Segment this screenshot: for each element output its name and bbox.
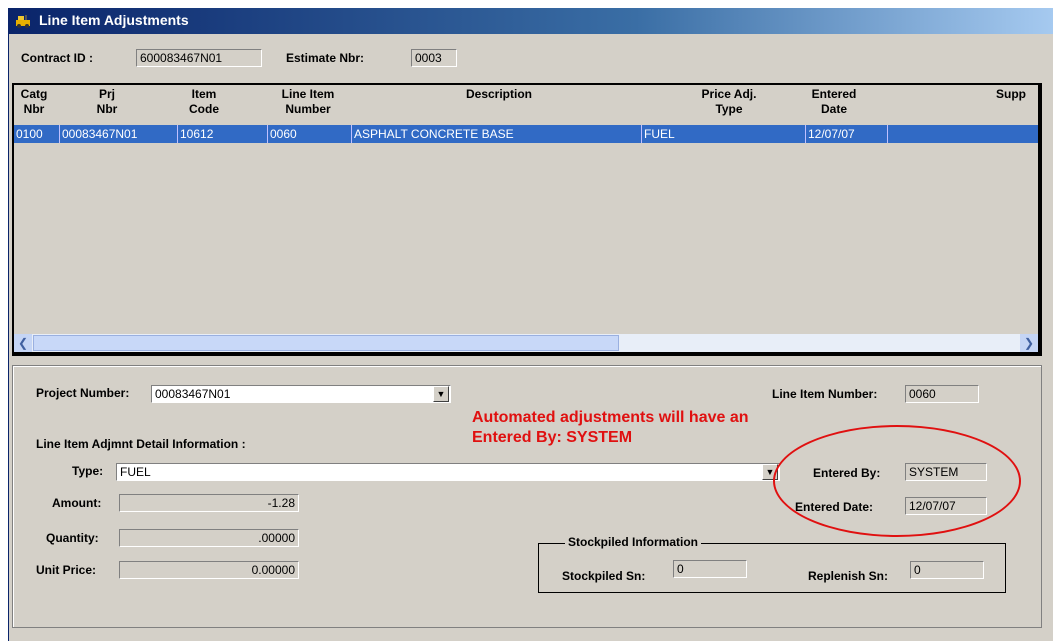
stockpiled-sn-field[interactable]: 0	[673, 560, 747, 578]
line-item-number-field[interactable]: 0060	[905, 385, 979, 403]
title-bar[interactable]: Line Item Adjustments	[9, 8, 1053, 34]
cell-description: ASPHALT CONCRETE BASE	[352, 125, 642, 143]
contract-id-field[interactable]: 600083467N01	[136, 49, 262, 67]
col-prj-nbr[interactable]: Prj Nbr	[62, 87, 152, 117]
col-catg-nbr[interactable]: Catg Nbr	[14, 87, 54, 117]
cell-supp	[888, 125, 1038, 143]
horizontal-scrollbar[interactable]: ❮ ❯	[14, 334, 1038, 352]
col-price-adj-type[interactable]: Price Adj. Type	[674, 87, 784, 117]
unit-price-label: Unit Price:	[36, 563, 97, 577]
quantity-label: Quantity:	[46, 531, 99, 545]
annotation-ellipse	[773, 425, 1021, 537]
app-icon	[16, 15, 30, 28]
col-item-code[interactable]: Item Code	[174, 87, 234, 117]
annotation-line-1: Automated adjustments will have an	[472, 409, 749, 426]
entered-date-label: Entered Date:	[795, 500, 874, 514]
detail-section-label: Line Item Adjmnt Detail Information :	[36, 437, 246, 451]
annotation-line-2: Entered By: SYSTEM	[472, 429, 633, 446]
stockpiled-sn-label: Stockpiled Sn:	[562, 569, 646, 583]
scroll-right-icon[interactable]: ❯	[1020, 334, 1038, 352]
type-select[interactable]: FUEL	[116, 463, 780, 481]
contract-id-label: Contract ID :	[21, 51, 93, 65]
table-row-selected[interactable]: 0100 00083467N01 10612 0060 ASPHALT CONC…	[14, 125, 1038, 143]
cell-entered-date: 12/07/07	[806, 125, 888, 143]
stockpiled-title: Stockpiled Information	[565, 535, 702, 549]
grid-header: Catg Nbr Prj Nbr Item Code Line Item Number …	[14, 85, 1038, 125]
unit-price-field[interactable]: 0.00000	[119, 561, 299, 579]
entered-date-field[interactable]: 12/07/07	[905, 497, 987, 515]
amount-label: Amount:	[52, 496, 102, 510]
adjustments-grid[interactable]: Catg Nbr Prj Nbr Item Code Line Item Number …	[12, 83, 1042, 356]
annotation-text: Automated adjustments will have an Enter…	[472, 408, 749, 448]
project-dropdown-chevron-down-icon[interactable]: ▼	[433, 386, 449, 402]
window-title: Line Item Adjustments	[39, 12, 189, 28]
replenish-sn-field[interactable]: 0	[910, 561, 984, 579]
scroll-left-icon[interactable]: ❮	[14, 334, 32, 352]
entered-by-label: Entered By:	[813, 466, 881, 480]
col-supp[interactable]: Supp	[996, 87, 1038, 102]
cell-line-item-number: 0060	[268, 125, 352, 143]
replenish-sn-label: Replenish Sn:	[808, 569, 889, 583]
project-number-select[interactable]: 00083467N01	[151, 385, 451, 403]
project-number-label: Project Number:	[36, 386, 130, 400]
col-entered-date[interactable]: Entered Date	[794, 87, 874, 117]
amount-field[interactable]: -1.28	[119, 494, 299, 512]
cell-prj-nbr: 00083467N01	[60, 125, 178, 143]
entered-by-field[interactable]: SYSTEM	[905, 463, 987, 481]
estimate-nbr-field[interactable]: 0003	[411, 49, 457, 67]
col-description[interactable]: Description	[414, 87, 584, 102]
scroll-thumb[interactable]	[33, 335, 619, 351]
cell-catg-nbr: 0100	[14, 125, 60, 143]
line-item-number-label: Line Item Number:	[772, 387, 878, 401]
col-line-item-number[interactable]: Line Item Number	[268, 87, 348, 117]
estimate-nbr-label: Estimate Nbr:	[286, 51, 365, 65]
cell-item-code: 10612	[178, 125, 268, 143]
type-label: Type:	[72, 464, 104, 478]
cell-price-adj-type: FUEL	[642, 125, 806, 143]
quantity-field[interactable]: .00000	[119, 529, 299, 547]
